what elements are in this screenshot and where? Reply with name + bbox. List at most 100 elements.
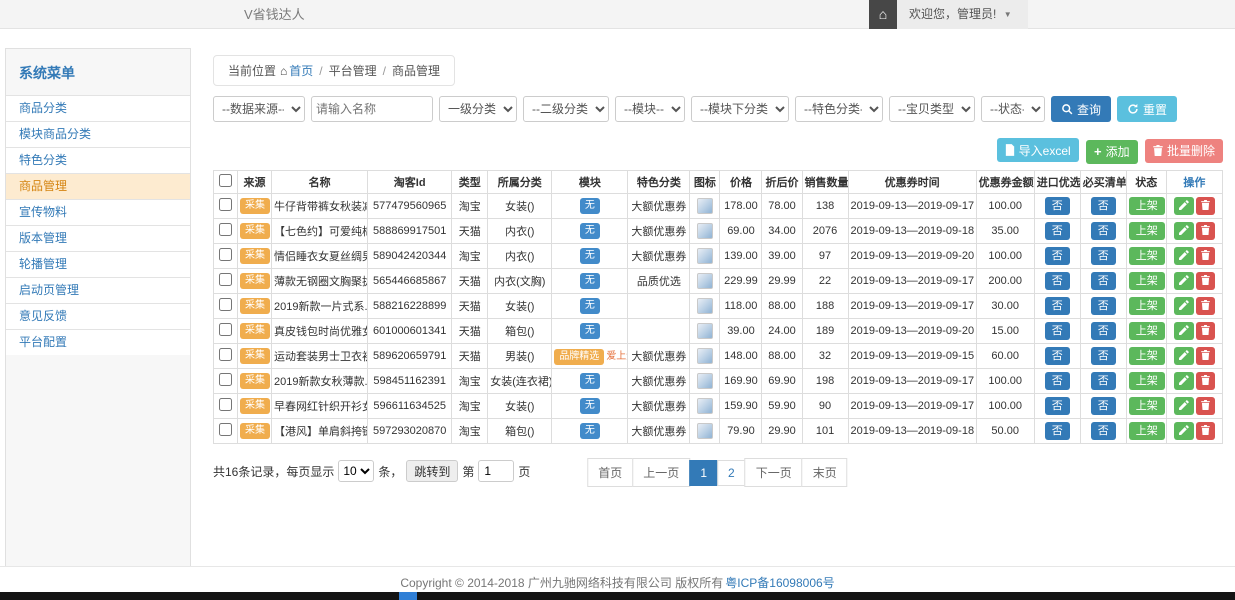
special-category-select[interactable]: --特色分类--: [795, 96, 883, 122]
data-source-select[interactable]: --数据来源--: [213, 96, 305, 122]
edit-button[interactable]: [1174, 222, 1194, 240]
status-button[interactable]: 上架: [1129, 422, 1165, 440]
reset-button[interactable]: 重置: [1117, 96, 1177, 122]
import-select-toggle[interactable]: 否: [1045, 322, 1070, 340]
page-button[interactable]: 首页: [587, 458, 633, 487]
taskbar-icon[interactable]: [399, 592, 417, 600]
import-select-toggle[interactable]: 否: [1045, 397, 1070, 415]
must-buy-toggle[interactable]: 否: [1091, 197, 1116, 215]
delete-button[interactable]: [1196, 297, 1215, 315]
level1-category-select[interactable]: 一级分类: [439, 96, 517, 122]
status-button[interactable]: 上架: [1129, 247, 1165, 265]
name-input[interactable]: [311, 96, 433, 122]
must-buy-toggle[interactable]: 否: [1091, 222, 1116, 240]
status-button[interactable]: 上架: [1129, 197, 1165, 215]
module-select[interactable]: --模块--: [615, 96, 685, 122]
sidebar-item[interactable]: 意见反馈: [6, 303, 190, 329]
row-checkbox[interactable]: [219, 248, 232, 261]
import-select-toggle[interactable]: 否: [1045, 422, 1070, 440]
status-button[interactable]: 上架: [1129, 322, 1165, 340]
sidebar-item[interactable]: 平台配置: [6, 329, 190, 355]
sidebar-item[interactable]: 商品管理: [6, 173, 190, 199]
row-checkbox[interactable]: [219, 198, 232, 211]
search-button[interactable]: 查询: [1051, 96, 1111, 122]
bulk-delete-button[interactable]: 批量删除: [1145, 139, 1223, 163]
per-page-select[interactable]: 10: [338, 460, 374, 482]
edit-button[interactable]: [1174, 272, 1194, 290]
import-select-toggle[interactable]: 否: [1045, 297, 1070, 315]
page-button[interactable]: 上一页: [632, 458, 690, 487]
page-button[interactable]: 下一页: [745, 458, 803, 487]
row-checkbox[interactable]: [219, 323, 232, 336]
delete-button[interactable]: [1196, 372, 1215, 390]
status-button[interactable]: 上架: [1129, 372, 1165, 390]
status-button[interactable]: 上架: [1129, 347, 1165, 365]
must-buy-toggle[interactable]: 否: [1091, 347, 1116, 365]
delete-button[interactable]: [1196, 272, 1215, 290]
import-select-toggle[interactable]: 否: [1045, 372, 1070, 390]
sidebar-item[interactable]: 启动页管理: [6, 277, 190, 303]
must-buy-toggle[interactable]: 否: [1091, 272, 1116, 290]
edit-button[interactable]: [1174, 197, 1194, 215]
must-buy-toggle[interactable]: 否: [1091, 247, 1116, 265]
home-button[interactable]: ⌂: [869, 0, 897, 29]
breadcrumb-home-link[interactable]: ⌂首页: [276, 64, 313, 78]
row-checkbox[interactable]: [219, 223, 232, 236]
must-buy-toggle[interactable]: 否: [1091, 322, 1116, 340]
import-select-toggle[interactable]: 否: [1045, 197, 1070, 215]
module-sub-category-select[interactable]: --模块下分类--: [691, 96, 789, 122]
edit-button[interactable]: [1174, 297, 1194, 315]
delete-button[interactable]: [1196, 347, 1215, 365]
page-button[interactable]: 2: [717, 460, 746, 486]
item-type-select[interactable]: --宝贝类型--: [889, 96, 975, 122]
edit-button[interactable]: [1174, 322, 1194, 340]
edit-button[interactable]: [1174, 347, 1194, 365]
status-button[interactable]: 上架: [1129, 222, 1165, 240]
page-number-input[interactable]: [478, 460, 514, 482]
must-buy-toggle[interactable]: 否: [1091, 297, 1116, 315]
edit-button[interactable]: [1174, 422, 1194, 440]
import-select-toggle[interactable]: 否: [1045, 222, 1070, 240]
row-checkbox[interactable]: [219, 298, 232, 311]
edit-button[interactable]: [1174, 397, 1194, 415]
row-checkbox[interactable]: [219, 348, 232, 361]
row-checkbox[interactable]: [219, 273, 232, 286]
status-button[interactable]: 上架: [1129, 272, 1165, 290]
add-button[interactable]: + 添加: [1086, 140, 1138, 164]
jump-button[interactable]: 跳转到: [406, 460, 458, 482]
select-all-checkbox[interactable]: [219, 174, 232, 187]
page-button[interactable]: 末页: [802, 458, 848, 487]
must-buy-toggle[interactable]: 否: [1091, 422, 1116, 440]
page-button[interactable]: 1: [689, 460, 718, 486]
must-buy-toggle[interactable]: 否: [1091, 372, 1116, 390]
row-checkbox[interactable]: [219, 373, 232, 386]
sidebar-item[interactable]: 版本管理: [6, 225, 190, 251]
sidebar-item[interactable]: 模块商品分类: [6, 121, 190, 147]
row-checkbox[interactable]: [219, 398, 232, 411]
status-select[interactable]: --状态--: [981, 96, 1045, 122]
import-select-toggle[interactable]: 否: [1045, 347, 1070, 365]
edit-button[interactable]: [1174, 247, 1194, 265]
delete-button[interactable]: [1196, 247, 1215, 265]
delete-button[interactable]: [1196, 322, 1215, 340]
delete-button[interactable]: [1196, 222, 1215, 240]
import-select-toggle[interactable]: 否: [1045, 247, 1070, 265]
status-button[interactable]: 上架: [1129, 297, 1165, 315]
icp-link[interactable]: 粤ICP备16098006号: [725, 576, 834, 590]
must-buy-toggle[interactable]: 否: [1091, 397, 1116, 415]
import-select-toggle[interactable]: 否: [1045, 272, 1070, 290]
user-menu[interactable]: 欢迎您，管理员! ▼: [897, 0, 1028, 29]
delete-button[interactable]: [1196, 397, 1215, 415]
sidebar-item[interactable]: 商品分类: [6, 95, 190, 121]
import-excel-button[interactable]: 导入excel: [997, 138, 1079, 162]
delete-button[interactable]: [1196, 422, 1215, 440]
sidebar-item[interactable]: 轮播管理: [6, 251, 190, 277]
level2-category-select[interactable]: --二级分类--: [523, 96, 609, 122]
row-checkbox[interactable]: [219, 423, 232, 436]
edit-button[interactable]: [1174, 372, 1194, 390]
status-button[interactable]: 上架: [1129, 397, 1165, 415]
sidebar-item[interactable]: 特色分类: [6, 147, 190, 173]
sidebar-item[interactable]: 宣传物料: [6, 199, 190, 225]
breadcrumb-item-platform[interactable]: 平台管理: [329, 64, 377, 78]
delete-button[interactable]: [1196, 197, 1215, 215]
